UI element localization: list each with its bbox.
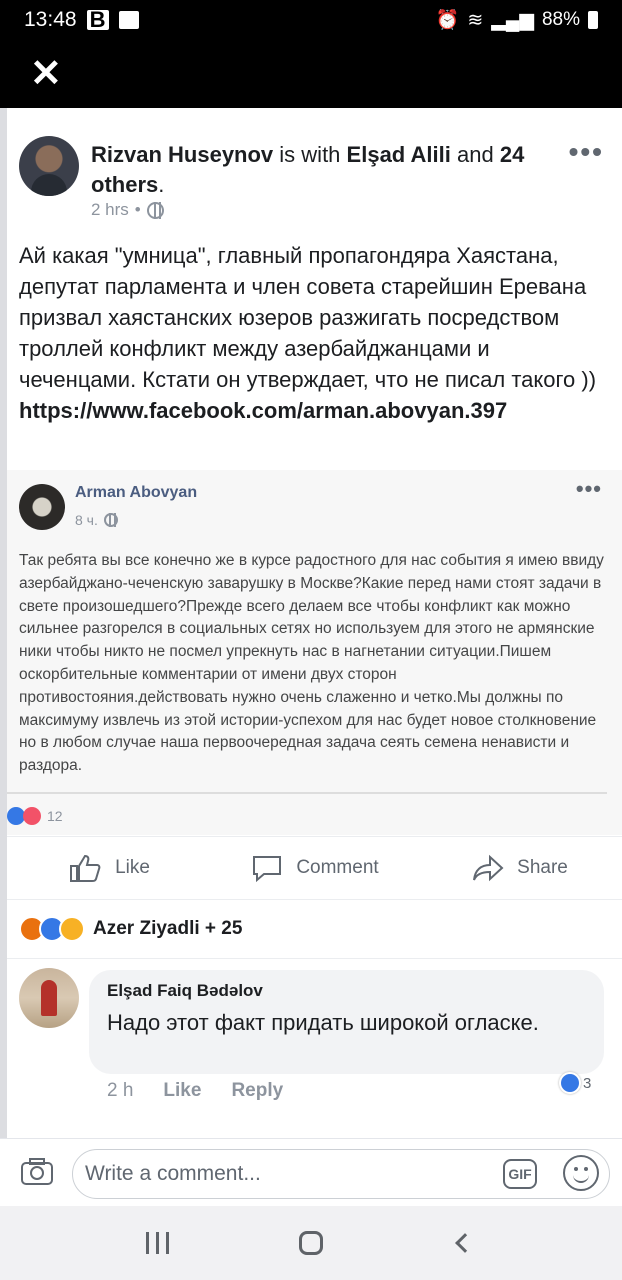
shared-reactions: 12 bbox=[7, 807, 63, 825]
post-text: Ай какая "умница", главный пропагондяра … bbox=[19, 243, 597, 392]
recent-apps-button[interactable] bbox=[137, 1223, 177, 1263]
comment-reaction-count: 3 bbox=[583, 1074, 592, 1092]
reactors-names: Azer Ziyadli + 25 bbox=[93, 918, 243, 939]
shared-text: Так ребята вы все конечно же в курсе рад… bbox=[19, 552, 604, 775]
top-bar: ✕ bbox=[0, 40, 622, 108]
post-actions: Like Comment Share bbox=[7, 836, 622, 900]
comment-text: Надо этот факт придать широкой огласке. bbox=[107, 1010, 539, 1035]
shared-more-icon: ••• bbox=[575, 476, 602, 501]
comment-reply-button[interactable]: Reply bbox=[231, 1080, 283, 1102]
back-button[interactable] bbox=[445, 1223, 485, 1263]
battery-icon bbox=[588, 11, 598, 29]
shared-time-label: 8 ч. bbox=[75, 512, 98, 528]
comment-time: 2 h bbox=[107, 1080, 134, 1101]
love-reaction-icon bbox=[23, 807, 41, 825]
globe-icon bbox=[146, 201, 164, 219]
gif-button[interactable]: GIF bbox=[503, 1159, 537, 1189]
signal-icon: ▂▄▆ bbox=[491, 9, 534, 31]
comment-input[interactable]: Write a comment... GIF bbox=[72, 1149, 610, 1199]
share-button[interactable]: Share bbox=[417, 837, 622, 899]
shared-author-name: Arman Abovyan bbox=[75, 484, 198, 501]
post-page: Rizvan Huseynov is with Elşad Alili and … bbox=[0, 108, 622, 1138]
reactions-summary[interactable]: Azer Ziyadli + 25 bbox=[19, 916, 242, 942]
divider bbox=[7, 792, 607, 794]
camera-icon[interactable] bbox=[20, 1157, 54, 1187]
more-options-icon[interactable]: ••• bbox=[569, 136, 604, 168]
like-button[interactable]: Like bbox=[7, 837, 212, 899]
globe-icon bbox=[103, 513, 118, 527]
thumbs-up-icon bbox=[70, 854, 101, 882]
comment-composer: Write a comment... GIF bbox=[0, 1138, 622, 1206]
shared-time: 8 ч. bbox=[75, 512, 118, 528]
post-body: Ай какая "умница", главный пропагондяра … bbox=[19, 240, 609, 426]
comment-reactions[interactable]: 3 bbox=[559, 1072, 591, 1094]
author-name[interactable]: Rizvan Huseynov bbox=[91, 142, 273, 167]
post-header: Rizvan Huseynov is with Elşad Alili and … bbox=[19, 136, 614, 236]
commenter-avatar[interactable] bbox=[19, 968, 79, 1028]
post-author-line: Rizvan Huseynov is with Elşad Alili and … bbox=[91, 140, 531, 200]
comment-label: Comment bbox=[296, 857, 379, 878]
home-button[interactable] bbox=[291, 1223, 331, 1263]
like-label: Like bbox=[115, 857, 150, 878]
shared-reaction-count: 12 bbox=[47, 808, 63, 824]
recent-apps-icon bbox=[145, 1232, 169, 1254]
app-b-icon: B bbox=[86, 9, 109, 31]
comment-placeholder: Write a comment... bbox=[85, 1162, 261, 1185]
share-label: Share bbox=[517, 857, 568, 878]
tagged-name[interactable]: Elşad Alili bbox=[347, 142, 451, 167]
like-reaction-icon bbox=[559, 1072, 581, 1094]
comment-bubble: Elşad Faiq Bədəlov Надо этот факт придат… bbox=[89, 970, 604, 1074]
comment-like-button[interactable]: Like bbox=[163, 1080, 201, 1102]
post-time[interactable]: 2 hrs bbox=[91, 200, 129, 220]
close-icon[interactable]: ✕ bbox=[30, 54, 62, 94]
shared-screenshot[interactable]: Arman Abovyan 8 ч. ••• Так ребята вы все… bbox=[7, 470, 622, 835]
wifi-icon: ≋ bbox=[467, 9, 484, 31]
comment-author[interactable]: Elşad Faiq Bədəlov bbox=[107, 980, 586, 1002]
author-avatar[interactable] bbox=[19, 136, 79, 196]
comment-icon bbox=[253, 856, 282, 883]
post-link[interactable]: https://www.facebook.com/arman.abovyan.3… bbox=[19, 398, 507, 423]
status-time: 13:48 bbox=[24, 8, 77, 31]
shared-author-avatar bbox=[19, 484, 65, 530]
divider bbox=[7, 958, 622, 959]
haha-reaction-icon bbox=[59, 916, 85, 942]
alarm-icon: ⏰ bbox=[435, 10, 460, 31]
with-text: is with bbox=[279, 142, 341, 167]
period: . bbox=[158, 172, 165, 197]
and-text: and bbox=[457, 142, 494, 167]
system-nav-bar bbox=[0, 1206, 622, 1280]
post-meta: 2 hrs • bbox=[91, 200, 164, 220]
emoji-icon[interactable] bbox=[563, 1155, 599, 1191]
comment-meta: 2 h Like Reply bbox=[107, 1080, 283, 1102]
back-icon bbox=[455, 1233, 475, 1253]
share-icon bbox=[473, 854, 504, 882]
battery-level: 88% bbox=[541, 9, 580, 30]
image-icon bbox=[118, 11, 139, 29]
status-bar: 13:48 B ⏰ ≋ ▂▄▆ 88% bbox=[0, 0, 622, 40]
meta-dot: • bbox=[134, 200, 141, 219]
home-icon bbox=[299, 1231, 323, 1255]
comment-button[interactable]: Comment bbox=[212, 837, 417, 899]
